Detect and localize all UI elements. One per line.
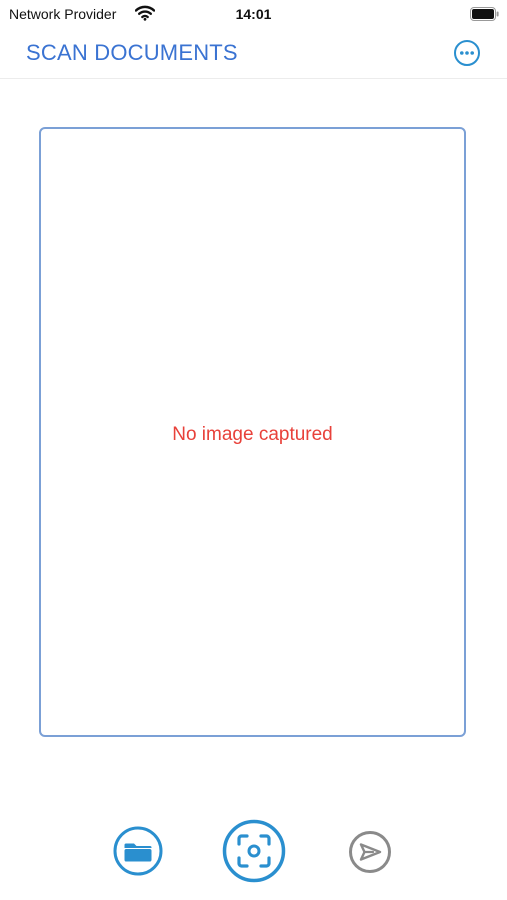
navigation-bar: SCAN DOCUMENTS (0, 28, 507, 79)
open-folder-button[interactable] (113, 826, 163, 876)
more-options-button[interactable] (453, 39, 481, 67)
status-time: 14:01 (235, 6, 272, 22)
page-title: SCAN DOCUMENTS (26, 40, 238, 65)
battery-icon (470, 7, 500, 21)
folder-icon (113, 826, 163, 876)
empty-state-message: No image captured (172, 424, 333, 445)
send-icon (349, 831, 391, 873)
scan-camera-icon (222, 819, 286, 883)
document-preview-frame: No image captured (39, 127, 466, 737)
bottom-toolbar (0, 815, 507, 885)
ellipsis-circle-icon (454, 40, 480, 66)
scan-document-button[interactable] (222, 819, 286, 883)
send-button[interactable] (348, 830, 392, 874)
status-bar: Network Provider 14:01 (0, 0, 507, 28)
